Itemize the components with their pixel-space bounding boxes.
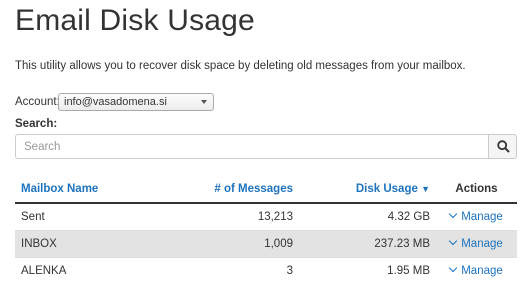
column-header-actions: Actions [436, 176, 517, 203]
sort-descending-icon: ▼ [421, 184, 430, 194]
search-label: Search: [15, 118, 57, 130]
table-row: INBOX 1,009 237.23 MB Manage [15, 231, 517, 258]
column-header-mailbox[interactable]: Mailbox Name [15, 176, 177, 203]
mailbox-table: Mailbox Name # of Messages Disk Usage ▼ … [15, 176, 517, 284]
chevron-down-icon [449, 264, 457, 272]
manage-label: Manage [461, 265, 503, 277]
table-header-row: Mailbox Name # of Messages Disk Usage ▼ … [15, 176, 517, 203]
mailbox-name: INBOX [15, 231, 177, 258]
page-description: This utility allows you to recover disk … [15, 60, 466, 72]
chevron-down-icon [449, 210, 457, 218]
message-count: 1,009 [177, 231, 299, 258]
manage-label: Manage [461, 238, 503, 250]
search-input[interactable] [15, 134, 488, 159]
disk-usage: 4.32 GB [299, 203, 436, 231]
search-icon [497, 140, 510, 153]
column-header-disk-usage[interactable]: Disk Usage ▼ [299, 176, 436, 203]
table-row: ALENKA 3 1.95 MB Manage [15, 258, 517, 284]
manage-link[interactable]: Manage [450, 211, 503, 223]
manage-link[interactable]: Manage [450, 265, 503, 277]
manage-label: Manage [461, 211, 503, 223]
message-count: 3 [177, 258, 299, 284]
account-label: Account: [15, 96, 60, 108]
message-count: 13,213 [177, 203, 299, 231]
disk-usage: 237.23 MB [299, 231, 436, 258]
mailbox-name: ALENKA [15, 258, 177, 284]
column-header-disk-usage-label: Disk Usage [356, 183, 418, 195]
search-button[interactable] [488, 134, 517, 159]
mailbox-name: Sent [15, 203, 177, 231]
column-header-messages[interactable]: # of Messages [177, 176, 299, 203]
manage-link[interactable]: Manage [450, 238, 503, 250]
page-title: Email Disk Usage [15, 4, 255, 38]
account-selected-value: info@vasadomena.si [64, 96, 167, 108]
disk-usage: 1.95 MB [299, 258, 436, 284]
account-select[interactable]: info@vasadomena.si [58, 93, 214, 111]
chevron-down-icon [201, 100, 207, 104]
table-row: Sent 13,213 4.32 GB Manage [15, 203, 517, 231]
chevron-down-icon [449, 237, 457, 245]
